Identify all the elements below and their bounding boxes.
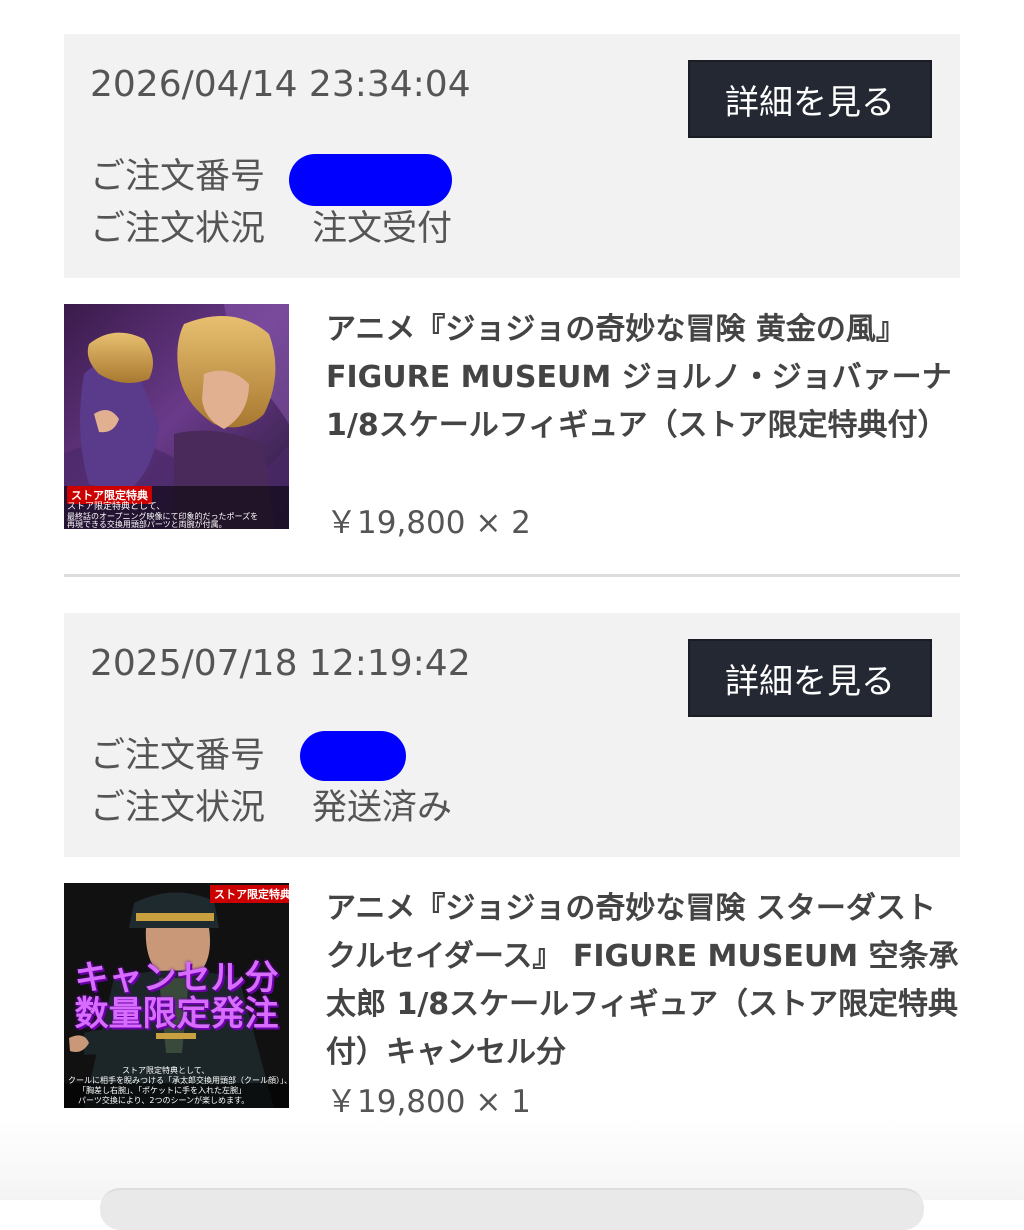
- product-thumbnail[interactable]: ストア限定特典 ストア限定特典として、 最終話のオープニング映像にて印象的だった…: [64, 304, 289, 529]
- order-status-label: ご注文状況: [90, 209, 266, 249]
- product-thumbnail[interactable]: ストア限定特典 キャンセル分 数量限定発注 ストア限定特典として、 クールに相手…: [64, 883, 289, 1108]
- product-name[interactable]: アニメ『ジョジョの奇妙な冒険 黄金の風』FIGURE MUSEUM ジョルノ・ジ…: [326, 306, 962, 450]
- order-status-row: ご注文状況 注文受付: [90, 206, 452, 252]
- limited-order-overlay-text: 数量限定発注: [74, 994, 279, 1034]
- order-product[interactable]: ストア限定特典 キャンセル分 数量限定発注 ストア限定特典として、 クールに相手…: [64, 883, 962, 1120]
- order-product[interactable]: ストア限定特典 ストア限定特典として、 最終話のオープニング映像にて印象的だった…: [64, 304, 962, 541]
- view-details-button[interactable]: 詳細を見る: [688, 639, 932, 717]
- order-number-label: ご注文番号: [90, 736, 266, 776]
- order-number-redaction: [289, 154, 452, 206]
- order-status-row: ご注文状況 発送済み: [90, 785, 452, 831]
- product-price: ￥19,800 × 2: [326, 505, 531, 541]
- order-header: 2026/04/14 23:34:04 詳細を見る ご注文番号 ご注文状況 注文受…: [64, 34, 960, 278]
- order-number-label: ご注文番号: [90, 157, 266, 197]
- order-status-value: 注文受付: [312, 209, 453, 249]
- product-name[interactable]: アニメ『ジョジョの奇妙な冒険 スターダストクルセイダース』 FIGURE MUS…: [326, 885, 962, 1077]
- order-number-row: ご注文番号: [90, 733, 312, 779]
- store-bonus-badge: ストア限定特典: [210, 885, 289, 903]
- cancellation-overlay-text: キャンセル分: [74, 958, 279, 998]
- thumbnail-note-line: パーツ交換により、2つのシーンが楽しめます。: [78, 1096, 250, 1105]
- thumbnail-note-line: 再現できる交換用頭部パーツと両腕が付属。: [67, 520, 227, 529]
- order-number-row: ご注文番号: [90, 154, 312, 200]
- order-number-redaction: [300, 731, 406, 781]
- order-datetime: 2025/07/18 12:19:42: [90, 643, 471, 684]
- order-header: 2025/07/18 12:19:42 詳細を見る ご注文番号 ご注文状況 発送済…: [64, 613, 960, 857]
- order-datetime: 2026/04/14 23:34:04: [90, 64, 471, 105]
- order-status-value: 発送済み: [312, 788, 453, 828]
- order-divider: [64, 574, 960, 577]
- bottom-toolbar-edge: [100, 1188, 924, 1230]
- order-status-label: ご注文状況: [90, 788, 266, 828]
- product-price: ￥19,800 × 1: [326, 1084, 531, 1120]
- view-details-button[interactable]: 詳細を見る: [688, 60, 932, 138]
